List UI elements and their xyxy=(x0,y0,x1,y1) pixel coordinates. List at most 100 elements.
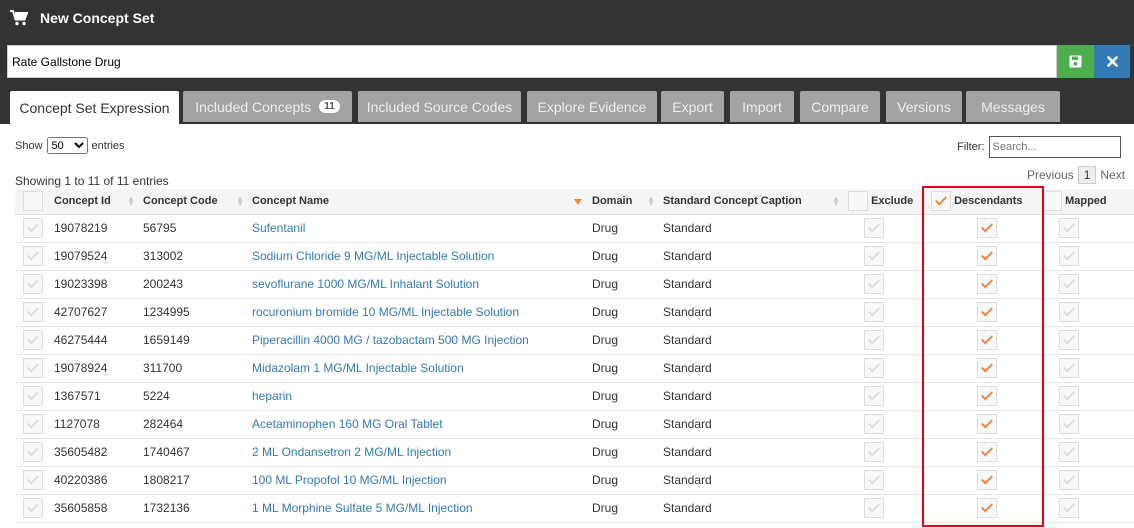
exclude-checkbox[interactable] xyxy=(864,442,884,462)
page-size-select[interactable]: 50 xyxy=(46,137,88,154)
tab-versions[interactable]: Versions xyxy=(886,91,962,122)
row-select-checkbox[interactable] xyxy=(22,358,43,378)
descendants-all-checkbox[interactable] xyxy=(931,191,951,212)
concept-code-cell: 313002 xyxy=(139,242,248,271)
mapped-checkbox[interactable] xyxy=(1059,302,1079,322)
tab-explore-evidence[interactable]: Explore Evidence xyxy=(527,91,657,122)
next-button[interactable]: Next xyxy=(1100,168,1125,182)
standard-concept-cell: Standard xyxy=(659,382,844,411)
descendants-checkbox[interactable] xyxy=(977,330,997,350)
domain-cell: Drug xyxy=(588,494,659,523)
descendants-checkbox[interactable] xyxy=(977,386,997,406)
mapped-checkbox[interactable] xyxy=(1059,386,1079,406)
row-select-checkbox[interactable] xyxy=(22,246,43,266)
page-1-button[interactable]: 1 xyxy=(1077,166,1097,184)
concept-name-link[interactable]: 1 ML Morphine Sulfate 5 MG/ML Injection xyxy=(252,501,473,515)
close-button[interactable] xyxy=(1094,45,1130,78)
concept-name-link[interactable]: heparin xyxy=(252,389,292,403)
exclude-checkbox[interactable] xyxy=(864,470,884,490)
descendants-checkbox[interactable] xyxy=(977,414,997,434)
row-select-checkbox[interactable] xyxy=(22,274,43,294)
row-select-checkbox[interactable] xyxy=(22,302,43,322)
exclude-checkbox[interactable] xyxy=(864,274,884,294)
mapped-checkbox[interactable] xyxy=(1059,498,1079,518)
cart-icon xyxy=(10,10,29,26)
mapped-checkbox[interactable] xyxy=(1059,358,1079,378)
pagination: Previous 1 Next xyxy=(1027,166,1125,184)
title-bar: New Concept Set xyxy=(10,9,154,27)
previous-button[interactable]: Previous xyxy=(1027,168,1074,182)
exclude-checkbox[interactable] xyxy=(864,498,884,518)
mapped-checkbox[interactable] xyxy=(1059,274,1079,294)
concept-id-cell: 46275444 xyxy=(50,326,139,355)
row-select-checkbox[interactable] xyxy=(22,498,43,518)
row-select-checkbox[interactable] xyxy=(22,330,43,350)
save-button[interactable] xyxy=(1057,45,1094,78)
concept-name-link[interactable]: rocuronium bromide 10 MG/ML Injectable S… xyxy=(252,305,519,319)
search-input[interactable] xyxy=(988,136,1121,158)
mapped-checkbox[interactable] xyxy=(1059,218,1079,238)
mapped-all-checkbox[interactable] xyxy=(1042,191,1062,212)
mapped-checkbox[interactable] xyxy=(1059,470,1079,490)
select-all-checkbox[interactable] xyxy=(22,191,43,212)
descendants-checkbox[interactable] xyxy=(977,302,997,322)
descendants-checkbox[interactable] xyxy=(977,274,997,294)
exclude-checkbox[interactable] xyxy=(864,218,884,238)
column-header-concept-id[interactable]: Concept Id ▲ ▼ xyxy=(50,189,139,215)
domain-cell: Drug xyxy=(588,466,659,495)
tab-concept-set-expression[interactable]: Concept Set Expression xyxy=(10,91,179,124)
concept-name-link[interactable]: Midazolam 1 MG/ML Injectable Solution xyxy=(252,361,464,375)
exclude-checkbox[interactable] xyxy=(864,330,884,350)
tab-import[interactable]: Import xyxy=(730,91,794,122)
concept-id-cell: 35605858 xyxy=(50,494,139,523)
row-select-checkbox[interactable] xyxy=(22,442,43,462)
count-badge: 11 xyxy=(319,100,340,113)
concept-name-link[interactable]: Piperacillin 4000 MG / tazobactam 500 MG… xyxy=(252,333,529,347)
tab-included-concepts[interactable]: Included Concepts 11 xyxy=(183,91,352,122)
concept-name-link[interactable]: Sodium Chloride 9 MG/ML Injectable Solut… xyxy=(252,249,494,263)
concept-set-name-input[interactable] xyxy=(7,45,1057,78)
mapped-checkbox[interactable] xyxy=(1059,414,1079,434)
column-header-concept-name[interactable]: Concept Name xyxy=(248,189,588,215)
exclude-all-checkbox[interactable] xyxy=(848,191,868,212)
show-label: Show xyxy=(15,139,43,152)
descendants-checkbox[interactable] xyxy=(977,470,997,490)
tab-included-source-codes[interactable]: Included Source Codes xyxy=(358,91,521,122)
column-header-concept-code[interactable]: Concept Code ▲ ▼ xyxy=(139,189,248,215)
concept-id-cell: 1127078 xyxy=(50,410,139,439)
column-header-mapped: Mapped xyxy=(1038,189,1134,215)
concept-name-link[interactable]: sevoflurane 1000 MG/ML Inhalant Solution xyxy=(252,277,479,291)
concept-name-link[interactable]: Sufentanil xyxy=(252,221,305,235)
tab-export[interactable]: Export xyxy=(661,91,724,122)
exclude-checkbox[interactable] xyxy=(864,246,884,266)
descendants-checkbox[interactable] xyxy=(977,218,997,238)
mapped-checkbox[interactable] xyxy=(1059,330,1079,350)
descendants-checkbox[interactable] xyxy=(977,498,997,518)
row-select-checkbox[interactable] xyxy=(22,218,43,238)
row-select-checkbox[interactable] xyxy=(22,414,43,434)
exclude-checkbox[interactable] xyxy=(864,358,884,378)
exclude-checkbox[interactable] xyxy=(864,386,884,406)
domain-cell: Drug xyxy=(588,298,659,327)
concept-name-link[interactable]: Acetaminophen 160 MG Oral Tablet xyxy=(252,417,443,431)
column-header-domain[interactable]: Domain ▲ ▼ xyxy=(588,189,659,215)
table-row: 42707627 1234995 rocuronium bromide 10 MG/… xyxy=(15,298,1134,327)
descendants-checkbox[interactable] xyxy=(977,246,997,266)
concept-name-link[interactable]: 100 ML Propofol 10 MG/ML Injection xyxy=(252,473,447,487)
row-select-checkbox[interactable] xyxy=(22,470,43,490)
concept-name-link[interactable]: 2 ML Ondansetron 2 MG/ML Injection xyxy=(252,445,451,459)
exclude-checkbox[interactable] xyxy=(864,302,884,322)
tab-compare[interactable]: Compare xyxy=(800,91,880,122)
standard-concept-cell: Standard xyxy=(659,494,844,523)
descendants-checkbox[interactable] xyxy=(977,442,997,462)
column-header-standard-concept[interactable]: Standard Concept Caption ▲ ▼ xyxy=(659,189,844,215)
row-select-checkbox[interactable] xyxy=(22,386,43,406)
tab-messages[interactable]: Messages xyxy=(966,91,1060,122)
descendants-checkbox[interactable] xyxy=(977,358,997,378)
mapped-checkbox[interactable] xyxy=(1059,246,1079,266)
concept-id-cell: 19079524 xyxy=(50,242,139,271)
mapped-checkbox[interactable] xyxy=(1059,442,1079,462)
concept-code-cell: 200243 xyxy=(139,270,248,299)
exclude-checkbox[interactable] xyxy=(864,414,884,434)
entries-label: entries xyxy=(91,139,125,152)
